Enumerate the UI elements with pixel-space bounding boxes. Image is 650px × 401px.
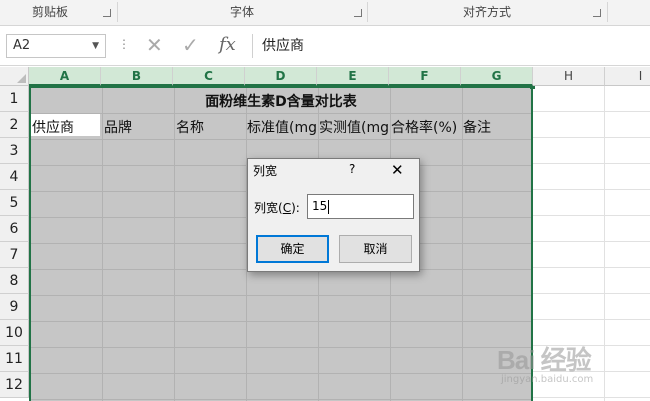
row-header-7[interactable]: 7 <box>0 242 29 268</box>
column-header-d[interactable]: D <box>245 67 317 86</box>
text-caret <box>328 199 330 214</box>
watermark-main-text: Bai 经验 <box>497 345 592 375</box>
row-header-2[interactable]: 2 <box>0 112 29 138</box>
header-cell-brand[interactable]: 品牌 <box>104 115 172 141</box>
formula-bar-grip-icon[interactable]: ⋮ <box>118 37 130 51</box>
row-header-5[interactable]: 5 <box>0 190 29 216</box>
header-cell-name[interactable]: 名称 <box>176 115 244 141</box>
ok-button[interactable]: 确定 <box>256 235 329 263</box>
column-header-a[interactable]: A <box>29 67 101 86</box>
cancel-button[interactable]: 取消 <box>339 235 412 263</box>
name-box-value: A2 <box>13 38 31 53</box>
formula-bar-separator <box>252 34 253 58</box>
ribbon-group-clipboard: 剪贴板 <box>31 5 68 19</box>
column-width-value: 15 <box>312 199 328 213</box>
column-width-dialog: 列宽 ? ✕ 列宽(C): 15 确定 取消 <box>247 158 420 272</box>
row-header-6[interactable]: 6 <box>0 216 29 242</box>
row-header-9[interactable]: 9 <box>0 294 29 320</box>
formula-input[interactable]: 供应商 <box>262 34 304 58</box>
column-header-h[interactable]: H <box>533 67 605 86</box>
ribbon-separator <box>607 2 608 22</box>
column-header-g[interactable]: G <box>461 67 533 86</box>
help-icon[interactable]: ? <box>349 162 355 176</box>
ribbon-group-font: 字体 <box>229 5 254 19</box>
ribbon-group-labels: 剪贴板 字体 对齐方式 <box>0 0 650 26</box>
ribbon-group-alignment: 对齐方式 <box>462 5 511 19</box>
formula-bar: A2 ▼ ⋮ ✕ ✓ fx 供应商 <box>0 26 650 66</box>
column-width-input[interactable]: 15 <box>307 194 414 219</box>
cancel-formula-icon[interactable]: ✕ <box>146 33 163 57</box>
enter-formula-icon[interactable]: ✓ <box>182 33 199 57</box>
table-title-cell[interactable]: 面粉维生素D含量对比表 <box>101 89 461 115</box>
insert-function-icon[interactable]: fx <box>219 34 236 55</box>
column-header-e[interactable]: E <box>317 67 389 86</box>
alignment-launcher-icon[interactable] <box>593 9 601 17</box>
name-box[interactable]: A2 ▼ <box>6 34 106 58</box>
row-header-1[interactable]: 1 <box>0 86 29 112</box>
column-width-label: 列宽(C): <box>254 199 300 216</box>
watermark-url-text: jingyan.baidu.com <box>501 374 594 385</box>
column-width-label-end: ): <box>291 201 300 215</box>
header-cell-notes[interactable]: 备注 <box>463 115 531 141</box>
column-header-i[interactable]: I <box>605 67 650 86</box>
name-box-dropdown-icon[interactable]: ▼ <box>92 35 99 57</box>
column-header-f[interactable]: F <box>389 67 461 86</box>
close-icon[interactable]: ✕ <box>391 161 404 179</box>
row-header-3[interactable]: 3 <box>0 138 29 164</box>
column-width-label-text: 列宽( <box>254 201 283 215</box>
font-launcher-icon[interactable] <box>354 9 362 17</box>
header-cell-supplier[interactable]: 供应商 <box>32 115 100 141</box>
header-cell-pass-rate[interactable]: 合格率(%) <box>391 115 461 141</box>
row-header-12[interactable]: 12 <box>0 372 29 398</box>
column-width-accesskey: C <box>282 201 292 215</box>
row-header-8[interactable]: 8 <box>0 268 29 294</box>
baidu-jingyan-watermark: Bai 经验 jingyan.baidu.com <box>497 340 647 400</box>
select-all-button[interactable] <box>0 67 29 86</box>
column-header-b[interactable]: B <box>101 67 173 86</box>
clipboard-launcher-icon[interactable] <box>103 9 111 17</box>
row-header-4[interactable]: 4 <box>0 164 29 190</box>
row-header-11[interactable]: 11 <box>0 346 29 372</box>
dialog-title: 列宽 <box>253 164 278 178</box>
column-header-c[interactable]: C <box>173 67 245 86</box>
header-cell-measured-value[interactable]: 实测值(mg <box>319 115 389 141</box>
row-header-10[interactable]: 10 <box>0 320 29 346</box>
header-cell-standard-value[interactable]: 标准值(mg <box>247 115 317 141</box>
